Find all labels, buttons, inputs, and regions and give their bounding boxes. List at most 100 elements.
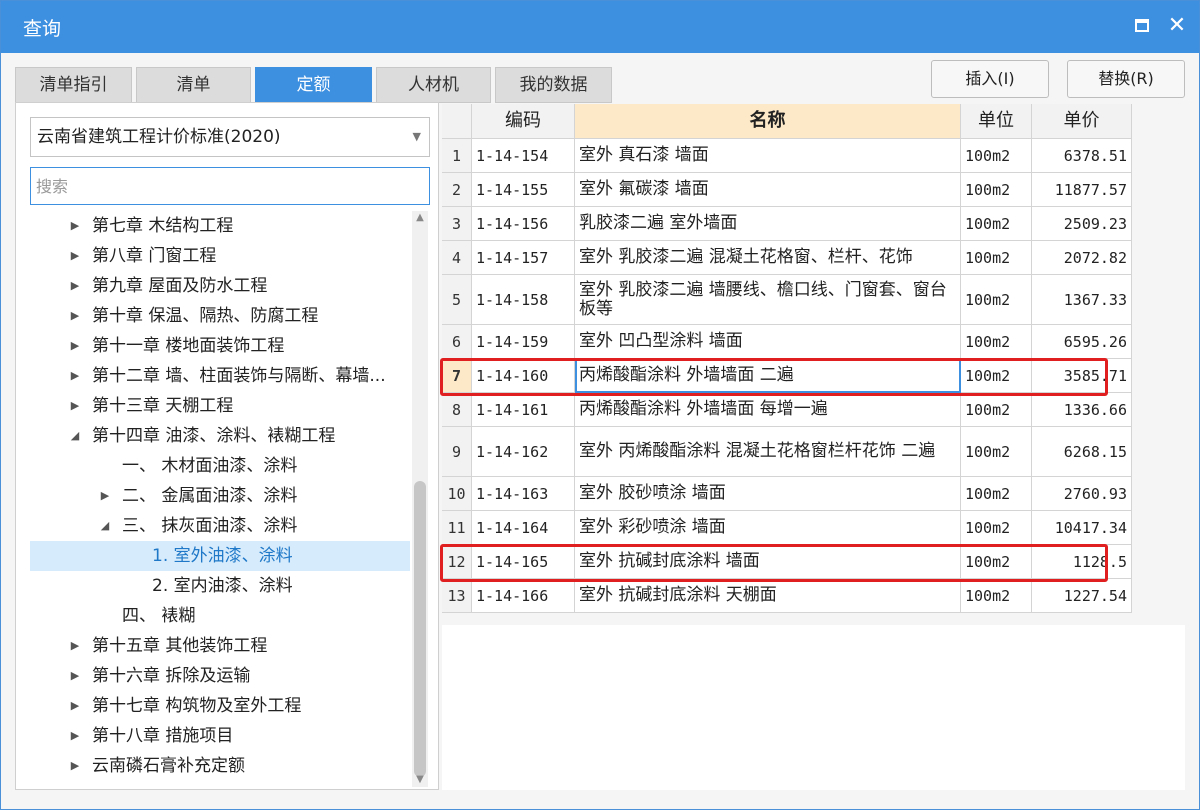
unit-cell[interactable]: 100m2 <box>961 275 1032 325</box>
tree-node[interactable]: ▶ 第十三章 天棚工程 <box>30 391 410 421</box>
expand-icon[interactable]: ▶ <box>68 721 82 751</box>
name-cell[interactable]: 室外 胶砂喷涂 墙面 <box>575 477 961 511</box>
code-header[interactable]: 编码 <box>472 104 575 139</box>
price-cell[interactable]: 1227.54 <box>1032 579 1132 613</box>
row-number[interactable]: 5 <box>442 275 472 325</box>
row-number[interactable]: 8 <box>442 393 472 427</box>
price-cell[interactable]: 2072.82 <box>1032 241 1132 275</box>
unit-cell[interactable]: 100m2 <box>961 511 1032 545</box>
unit-cell[interactable]: 100m2 <box>961 139 1032 173</box>
price-cell[interactable]: 1367.33 <box>1032 275 1132 325</box>
unit-cell[interactable]: 100m2 <box>961 579 1032 613</box>
tree-node[interactable]: ▶ 二、 金属面油漆、涂料 <box>30 481 410 511</box>
code-cell[interactable]: 1-14-165 <box>472 545 575 579</box>
code-cell[interactable]: 1-14-157 <box>472 241 575 275</box>
price-cell[interactable]: 11877.57 <box>1032 173 1132 207</box>
expand-icon[interactable]: ▶ <box>98 481 112 511</box>
code-cell[interactable]: 1-14-154 <box>472 139 575 173</box>
name-header[interactable]: 名称 <box>575 104 961 139</box>
price-cell[interactable]: 2760.93 <box>1032 477 1132 511</box>
row-number[interactable]: 7 <box>442 359 472 393</box>
scroll-thumb[interactable] <box>414 481 426 777</box>
unit-cell[interactable]: 100m2 <box>961 393 1032 427</box>
collapse-icon[interactable]: ◢ <box>68 421 82 451</box>
tree-node[interactable]: ◢ 三、 抹灰面油漆、涂料 <box>30 511 410 541</box>
unit-header[interactable]: 单位 <box>961 104 1032 139</box>
unit-cell[interactable]: 100m2 <box>961 241 1032 275</box>
code-cell[interactable]: 1-14-161 <box>472 393 575 427</box>
insert-button[interactable]: 插入(I) <box>931 60 1049 98</box>
unit-cell[interactable]: 100m2 <box>961 359 1032 393</box>
price-cell[interactable]: 2509.23 <box>1032 207 1132 241</box>
row-number[interactable]: 2 <box>442 173 472 207</box>
name-cell[interactable]: 丙烯酸酯涂料 外墙墙面 每增一遍 <box>575 393 961 427</box>
unit-cell[interactable]: 100m2 <box>961 207 1032 241</box>
tree-node[interactable]: ◢ 第十四章 油漆、涂料、裱糊工程 <box>30 421 410 451</box>
expand-icon[interactable]: ▶ <box>68 661 82 691</box>
unit-cell[interactable]: 100m2 <box>961 325 1032 359</box>
code-cell[interactable]: 1-14-164 <box>472 511 575 545</box>
price-cell[interactable]: 1128.5 <box>1032 545 1132 579</box>
row-number[interactable]: 10 <box>442 477 472 511</box>
name-cell[interactable]: 室外 抗碱封底涂料 天棚面 <box>575 579 961 613</box>
tree-node[interactable]: ▶ 第七章 木结构工程 <box>30 211 410 241</box>
code-cell[interactable]: 1-14-166 <box>472 579 575 613</box>
scroll-down-icon[interactable]: ▼ <box>412 773 428 787</box>
tree-node[interactable]: ▶ 第十一章 楼地面装饰工程 <box>30 331 410 361</box>
row-number[interactable]: 3 <box>442 207 472 241</box>
tree-node[interactable]: ▶ 第十七章 构筑物及室外工程 <box>30 691 410 721</box>
unit-cell[interactable]: 100m2 <box>961 173 1032 207</box>
expand-icon[interactable]: ▶ <box>68 331 82 361</box>
name-cell[interactable]: 室外 彩砂喷涂 墙面 <box>575 511 961 545</box>
close-button[interactable]: ✕ <box>1164 13 1190 39</box>
row-number[interactable]: 4 <box>442 241 472 275</box>
expand-icon[interactable]: ▶ <box>68 691 82 721</box>
replace-button[interactable]: 替换(R) <box>1067 60 1185 98</box>
unit-cell[interactable]: 100m2 <box>961 427 1032 477</box>
tree-node[interactable]: ▶ 第十六章 拆除及运输 <box>30 661 410 691</box>
search-input[interactable] <box>30 167 430 205</box>
expand-icon[interactable]: ▶ <box>68 631 82 661</box>
price-cell[interactable]: 3585.71 <box>1032 359 1132 393</box>
code-cell[interactable]: 1-14-159 <box>472 325 575 359</box>
tree-node[interactable]: 一、 木材面油漆、涂料 <box>30 451 410 481</box>
tree-node[interactable]: ▶ 云南磷石膏补充定额 <box>30 751 410 781</box>
name-cell[interactable]: 室外 丙烯酸酯涂料 混凝土花格窗栏杆花饰 二遍 <box>575 427 961 477</box>
expand-icon[interactable]: ▶ <box>68 241 82 271</box>
tree-node[interactable]: 四、 裱糊 <box>30 601 410 631</box>
tab-bill-guide[interactable]: 清单指引 <box>15 67 132 103</box>
code-cell[interactable]: 1-14-156 <box>472 207 575 241</box>
name-cell[interactable]: 乳胶漆二遍 室外墙面 <box>575 207 961 241</box>
tab-my-data[interactable]: 我的数据 <box>495 67 612 103</box>
price-cell[interactable]: 10417.34 <box>1032 511 1132 545</box>
row-number[interactable]: 1 <box>442 139 472 173</box>
expand-icon[interactable]: ▶ <box>68 211 82 241</box>
code-cell[interactable]: 1-14-155 <box>472 173 575 207</box>
tree-node[interactable]: ▶ 第十章 保温、隔热、防腐工程 <box>30 301 410 331</box>
price-cell[interactable]: 6378.51 <box>1032 139 1132 173</box>
tree-node[interactable]: ▶ 第十二章 墙、柱面装饰与隔断、幕墙... <box>30 361 410 391</box>
tree-node[interactable]: ▶ 第八章 门窗工程 <box>30 241 410 271</box>
maximize-button[interactable] <box>1129 13 1155 39</box>
name-cell[interactable]: 室外 抗碱封底涂料 墙面 <box>575 545 961 579</box>
standard-select[interactable]: 云南省建筑工程计价标准(2020) ▼ <box>30 117 430 157</box>
code-cell[interactable]: 1-14-160 <box>472 359 575 393</box>
tree-node[interactable]: 2. 室内油漆、涂料 <box>30 571 410 601</box>
code-cell[interactable]: 1-14-158 <box>472 275 575 325</box>
price-cell[interactable]: 6268.15 <box>1032 427 1132 477</box>
row-number[interactable]: 12 <box>442 545 472 579</box>
expand-icon[interactable]: ▶ <box>68 751 82 781</box>
name-cell[interactable]: 室外 乳胶漆二遍 混凝土花格窗、栏杆、花饰 <box>575 241 961 275</box>
scroll-up-icon[interactable]: ▲ <box>412 211 428 225</box>
expand-icon[interactable]: ▶ <box>68 301 82 331</box>
tree-node[interactable]: 1. 室外油漆、涂料 <box>30 541 410 571</box>
row-number[interactable]: 11 <box>442 511 472 545</box>
price-cell[interactable]: 1336.66 <box>1032 393 1132 427</box>
tab-bill[interactable]: 清单 <box>136 67 251 103</box>
expand-icon[interactable]: ▶ <box>68 361 82 391</box>
name-cell[interactable]: 室外 凹凸型涂料 墙面 <box>575 325 961 359</box>
unit-cell[interactable]: 100m2 <box>961 545 1032 579</box>
tab-quota[interactable]: 定额 <box>255 67 372 103</box>
name-cell[interactable]: 室外 氟碳漆 墙面 <box>575 173 961 207</box>
price-cell[interactable]: 6595.26 <box>1032 325 1132 359</box>
